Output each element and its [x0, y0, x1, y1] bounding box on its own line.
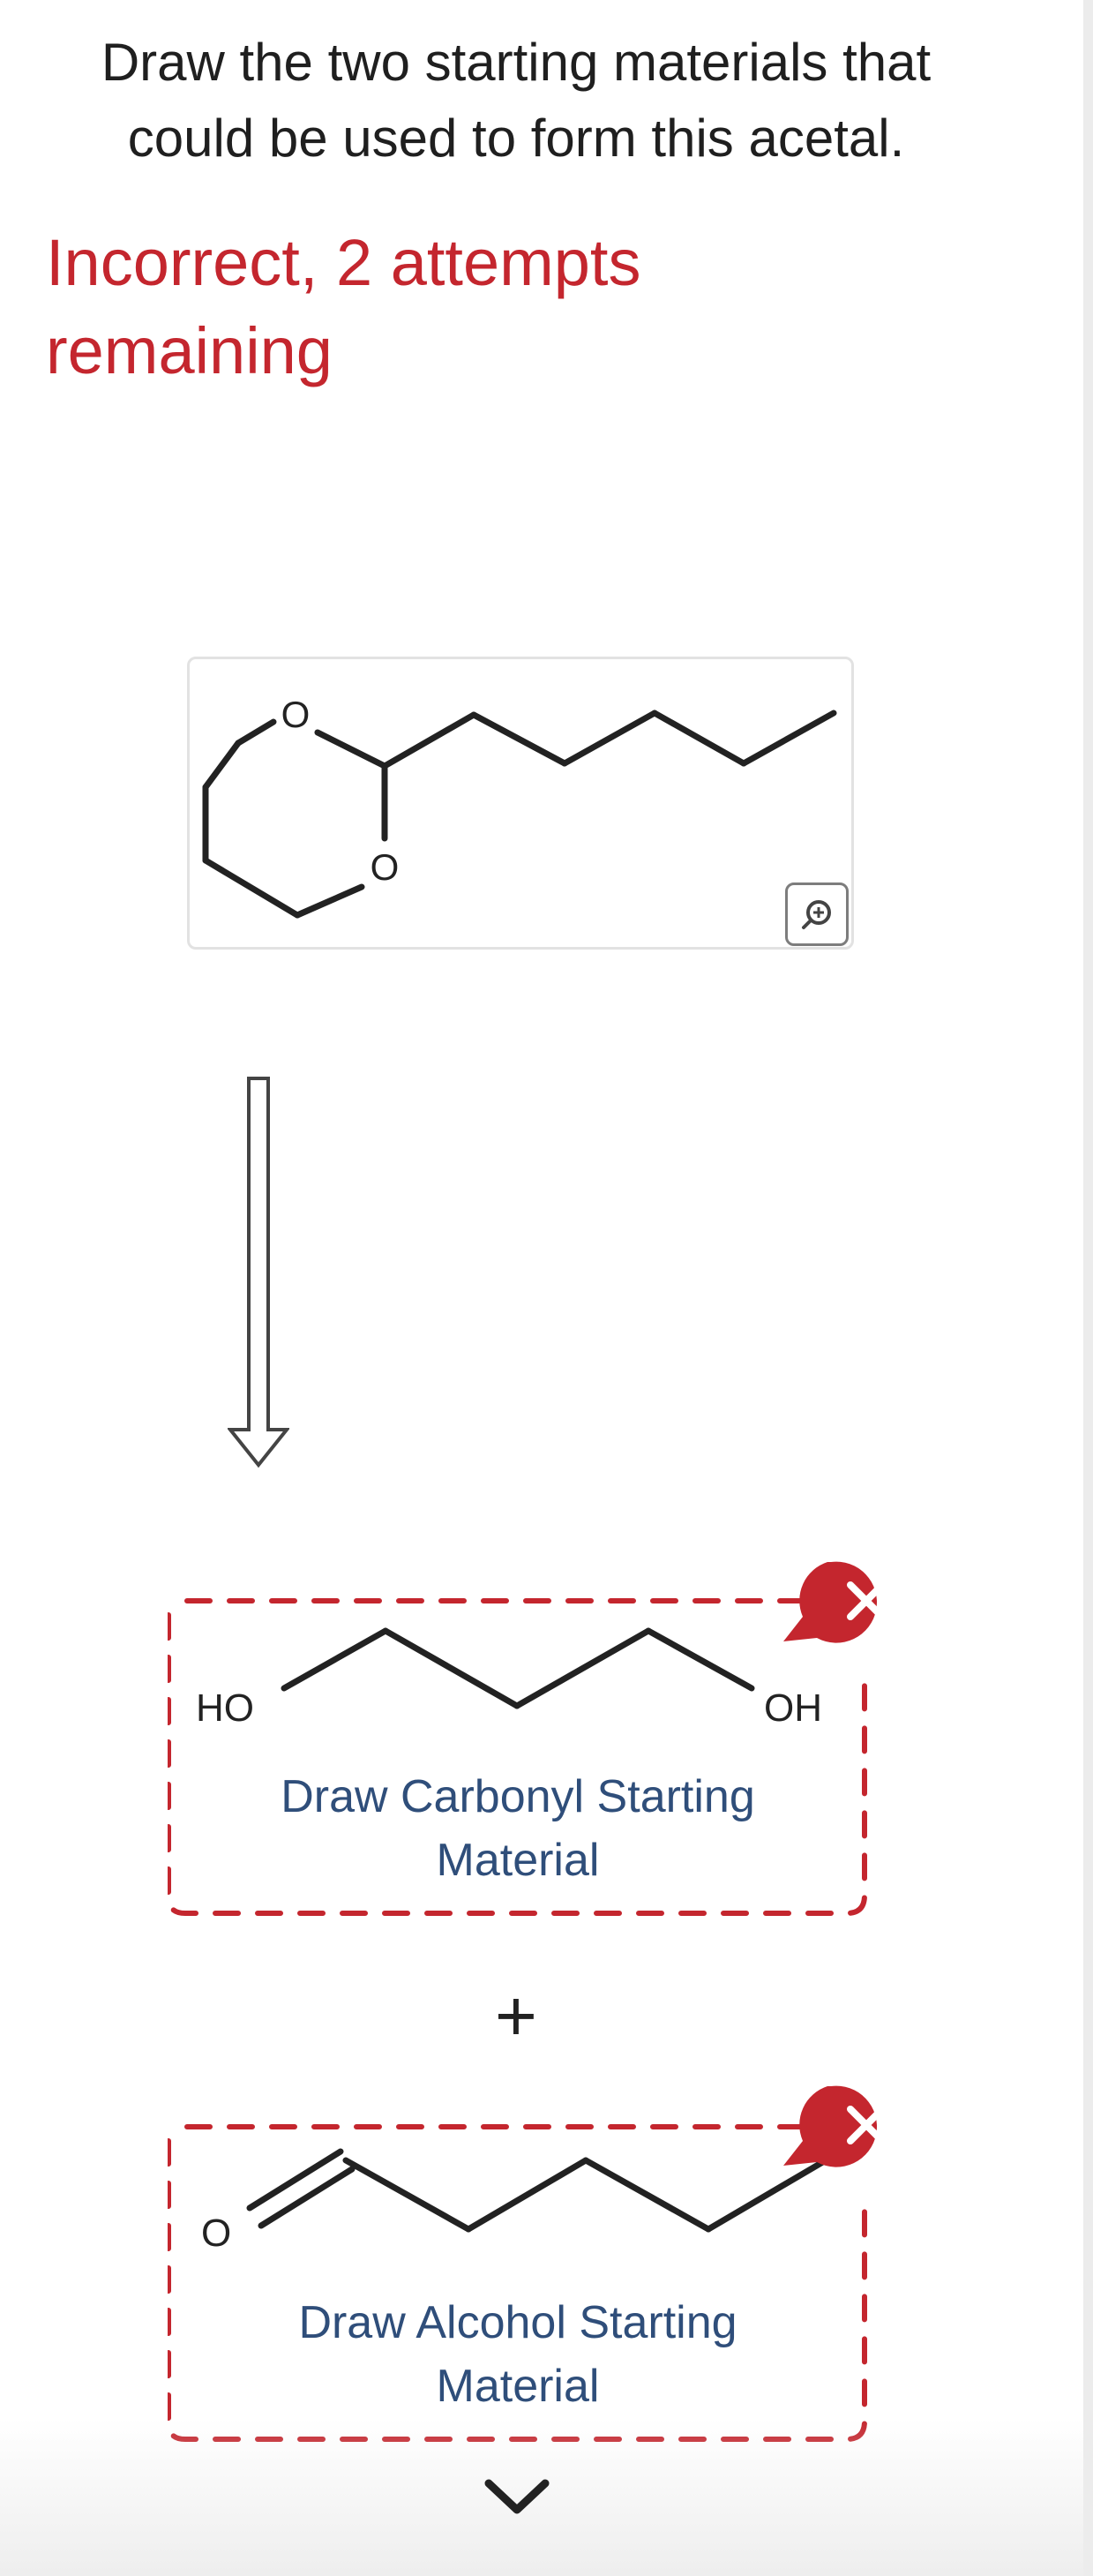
close-icon	[783, 2085, 886, 2167]
alcohol-remove-button[interactable]	[776, 2084, 917, 2186]
chevron-down-icon[interactable]	[482, 2476, 552, 2520]
alcohol-label-line-1: Draw Alcohol Starting	[298, 2297, 737, 2348]
alcohol-dropzone-label: Draw Alcohol Starting Material	[253, 2291, 782, 2418]
alcohol-label-line-2: Material	[436, 2361, 600, 2412]
alcohol-drawn-structure: O	[201, 2148, 829, 2255]
alcohol-oxygen-label: O	[201, 2212, 231, 2255]
